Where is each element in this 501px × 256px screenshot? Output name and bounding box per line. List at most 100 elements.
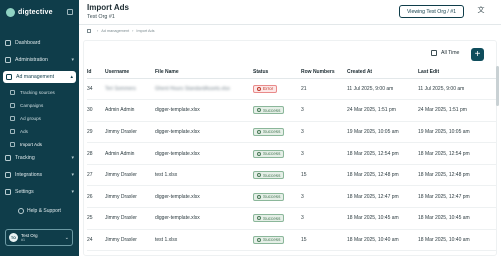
date-filter-label: All Time: [441, 50, 460, 56]
sidebar-item-label: Ads: [20, 128, 28, 134]
cell-username-text: Jimmy Draxler: [105, 236, 137, 243]
table-scrollbar[interactable]: [496, 66, 499, 106]
error-icon: [257, 86, 261, 91]
ads-icon: [10, 128, 15, 134]
breadcrumb-separator: ›: [132, 29, 134, 33]
sidebar-item-tracking[interactable]: Tracking ▾: [0, 152, 79, 164]
cell-status: Success: [253, 229, 301, 252]
sidebar-item-campaigns[interactable]: Campaigns: [10, 100, 79, 110]
cell-username: Jimmy Draxler: [105, 164, 155, 187]
cell-file-name-text: test 1.xlsx: [155, 172, 178, 179]
sidebar-item-settings[interactable]: Settings ▾: [0, 186, 79, 198]
cell-last-edit: 18 Mar 2025, 12:54 pm: [418, 142, 497, 165]
table-row[interactable]: 24 Jimmy Draxler test 1.xlsx Success 15 18 Ma…: [87, 229, 497, 252]
column-header-username[interactable]: Username: [105, 66, 155, 79]
check-circle-icon: [257, 173, 261, 178]
check-circle-icon: [257, 108, 261, 113]
cell-status: Success: [253, 142, 301, 165]
sidebar-item-label: Tracking: [15, 155, 35, 161]
sidebar-item-ads[interactable]: Ads: [10, 126, 79, 136]
table-header-row: Id Username File Name Status Row Numbers…: [87, 66, 497, 79]
tracking-icon: [5, 155, 11, 161]
sidebar-item-administration[interactable]: Administration ▾: [0, 54, 79, 66]
org-switcher[interactable]: TO Test Org #1 ⌄: [5, 229, 73, 246]
cell-status: Error: [253, 78, 301, 101]
sidebar-item-ad-groups[interactable]: Ad groups: [10, 113, 79, 123]
cell-id-text: 28: [87, 150, 93, 157]
table-row[interactable]: 26 Jimmy Draxler digger-template.xlsx Succe…: [87, 185, 497, 209]
breadcrumb-import-ads: Import Ads: [136, 29, 155, 33]
sidebar-item-import-ads[interactable]: Import Ads: [10, 139, 79, 149]
imports-table: Id Username File Name Status Row Numbers…: [87, 66, 497, 252]
cell-last-edit-text: 18 Mar 2025, 12:54 pm: [418, 150, 470, 157]
cell-row-numbers: 21: [301, 78, 347, 101]
page-subtitle: Test Org #1: [87, 14, 115, 20]
column-header-row-numbers[interactable]: Row Numbers: [301, 66, 347, 79]
cell-id-text: 29: [87, 128, 93, 135]
check-circle-icon: [257, 151, 261, 156]
cell-username: Jimmy Draxler: [105, 207, 155, 230]
cell-id-text: 26: [87, 193, 93, 200]
table-row[interactable]: 30 Admin Admin digger-template.xlsx Success…: [87, 99, 497, 122]
breadcrumb-ad-management[interactable]: Ad management: [101, 29, 129, 33]
column-header-last-edit[interactable]: Last Edit: [418, 66, 497, 79]
cell-file-name-text: digger-template.xlsx: [155, 215, 200, 222]
ad-management-icon: [6, 74, 12, 80]
cell-last-edit: 11 Jul 2025, 9:00 am: [418, 78, 497, 101]
administration-icon: [5, 57, 11, 63]
sidebar-item-tracking-sources[interactable]: Tracking sources: [10, 87, 79, 97]
column-header-status[interactable]: Status: [253, 66, 301, 79]
help-support-link[interactable]: Help & Support: [0, 208, 79, 214]
sidebar-item-ad-management[interactable]: Ad management ▴: [3, 71, 76, 83]
table-row[interactable]: 25 Jimmy Draxler digger-template.xlsx Succe…: [87, 207, 497, 230]
translate-icon[interactable]: 文: [476, 6, 486, 16]
table-row[interactable]: 27 Jimmy Draxler test 1.xlsx Success 15 18 Ma…: [87, 164, 497, 187]
home-icon[interactable]: [87, 29, 91, 33]
cell-created-at-text: 18 Mar 2025, 10:40 am: [347, 236, 399, 243]
cell-created-at-text: 11 Jul 2025, 9:00 am: [347, 85, 394, 92]
cell-last-edit-text: 19 Mar 2025, 10:05 am: [418, 128, 470, 135]
add-import-button[interactable]: +: [471, 48, 484, 61]
cell-created-at: 19 Mar 2025, 10:05 am: [347, 121, 418, 144]
table-row[interactable]: 28 Admin Admin digger-template.xlsx Success…: [87, 142, 497, 165]
table-row[interactable]: 34 Teri Sommers Ghent Hours StandardAssets…: [87, 78, 497, 101]
cell-username: Jimmy Draxler: [105, 229, 155, 252]
cell-file-name: digger-template.xlsx: [155, 142, 253, 165]
main-content: Import Ads Test Org #1 Viewing Test Org …: [79, 0, 501, 256]
check-circle-icon: [257, 129, 261, 134]
header-divider: [79, 24, 501, 25]
collapse-sidebar-icon[interactable]: [67, 9, 73, 15]
sidebar-item-integrations[interactable]: Integrations ▾: [0, 169, 79, 181]
cell-file-name-text: digger-template.xlsx: [155, 193, 200, 200]
sidebar-item-label: Ad management: [16, 74, 55, 80]
column-header-created-at[interactable]: Created At: [347, 66, 418, 79]
sidebar-item-label: Administration: [15, 57, 48, 63]
viewing-org-button[interactable]: Viewing Test Org / #1: [399, 5, 464, 18]
chevron-down-icon: ▾: [71, 189, 74, 195]
dashboard-icon: [5, 40, 11, 46]
cell-created-at: 11 Jul 2025, 9:00 am: [347, 78, 418, 101]
cell-last-edit-text: 18 Mar 2025, 12:48 pm: [418, 172, 470, 179]
cell-created-at-text: 18 Mar 2025, 12:48 pm: [347, 172, 399, 179]
cell-username: Jimmy Draxler: [105, 121, 155, 144]
gear-icon: [5, 189, 11, 195]
cell-id: 30: [87, 99, 105, 122]
cell-file-name: Ghent Hours StandardAssets.xlsx: [155, 78, 253, 101]
cell-row-numbers: 3: [301, 99, 347, 122]
status-label: Success: [263, 129, 281, 135]
cell-last-edit: 24 Mar 2025, 1:51 pm: [418, 99, 497, 122]
cell-file-name: test 1.xlsx: [155, 229, 253, 252]
cell-created-at: 24 Mar 2025, 1:51 pm: [347, 99, 418, 122]
date-filter[interactable]: All Time: [431, 50, 459, 56]
column-header-id[interactable]: Id: [87, 66, 105, 79]
sidebar-item-label: Tracking sources: [20, 89, 55, 95]
cell-created-at: 18 Mar 2025, 12:48 pm: [347, 164, 418, 187]
table-row[interactable]: 29 Jimmy Draxler digger-template.xlsx Succe…: [87, 121, 497, 144]
sidebar-item-dashboard[interactable]: Dashboard: [0, 37, 79, 49]
status-badge: Success: [253, 192, 285, 201]
sidebar-item-label: Ad groups: [20, 115, 41, 121]
integrations-icon: [5, 172, 11, 178]
column-header-file-name[interactable]: File Name: [155, 66, 253, 79]
cell-id: 34: [87, 78, 105, 101]
cell-file-name-text: digger-template.xlsx: [155, 128, 200, 135]
